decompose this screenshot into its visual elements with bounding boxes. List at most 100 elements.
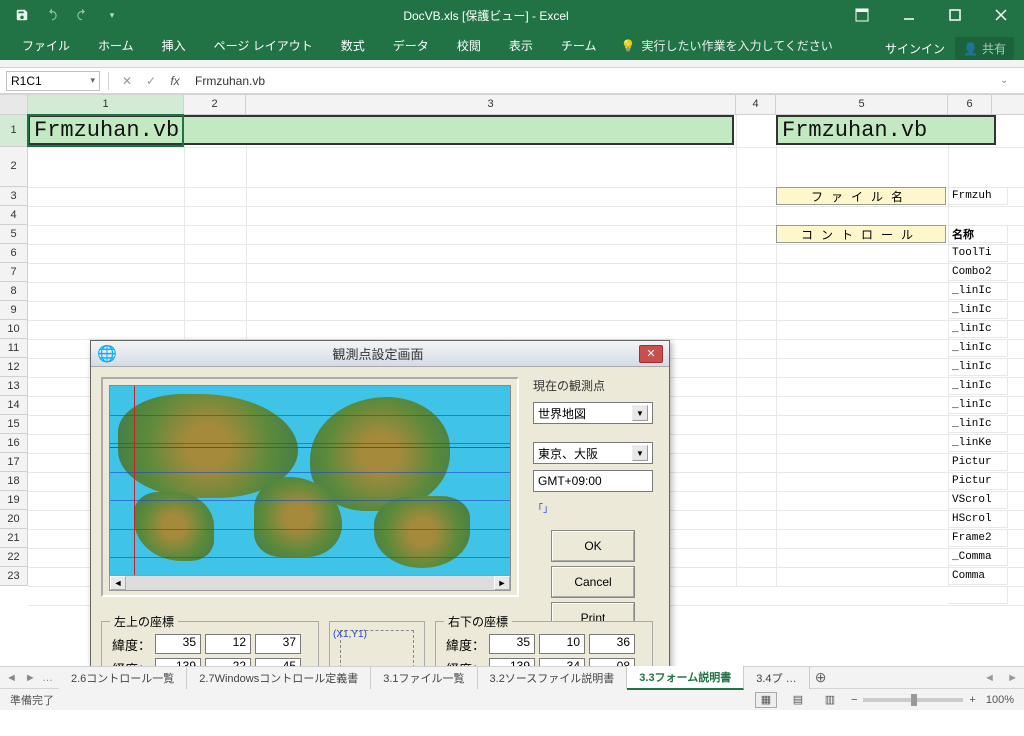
cell[interactable]: _Comma — [948, 548, 1008, 566]
cell[interactable]: _linIc — [948, 358, 1008, 376]
row-header[interactable]: 18 — [0, 472, 28, 491]
row-header[interactable]: 9 — [0, 301, 28, 320]
tl-lon-sec[interactable]: 45 — [255, 658, 301, 666]
cell[interactable]: Frmzuh — [948, 187, 1008, 205]
col-header[interactable]: 4 — [736, 95, 776, 114]
spreadsheet-grid[interactable]: 1 2 3 4 5 6 1 2 3 4 5 6 7 8 9 10 11 12 1… — [0, 94, 1024, 666]
row-header[interactable]: 21 — [0, 529, 28, 548]
world-map[interactable] — [109, 385, 511, 577]
row-header[interactable]: 11 — [0, 339, 28, 358]
tab-page-layout[interactable]: ページ レイアウト — [200, 31, 327, 60]
timezone-field[interactable]: GMT+09:00 — [533, 470, 653, 492]
sheet-tab[interactable]: 2.7Windowsコントロール定義書 — [187, 667, 371, 689]
tab-home[interactable]: ホーム — [84, 31, 148, 60]
share-button[interactable]: 👤 共有 — [955, 37, 1014, 60]
zoom-out-icon[interactable]: − — [851, 694, 857, 706]
cell[interactable]: _linIc — [948, 377, 1008, 395]
tab-team[interactable]: チーム — [547, 31, 611, 60]
tab-insert[interactable]: 挿入 — [148, 31, 200, 60]
row-header[interactable]: 17 — [0, 453, 28, 472]
cell[interactable]: _linIc — [948, 415, 1008, 433]
maximize-button[interactable] — [932, 0, 978, 30]
row-header[interactable]: 5 — [0, 225, 28, 244]
cell[interactable]: Comma — [948, 567, 1008, 585]
row-header[interactable]: 20 — [0, 510, 28, 529]
ok-button[interactable]: OK — [552, 531, 634, 561]
sign-in-link[interactable]: サインイン — [885, 40, 945, 57]
normal-view-icon[interactable]: ▦ — [755, 692, 777, 708]
cell[interactable]: _linKe — [948, 434, 1008, 452]
row-header[interactable]: 14 — [0, 396, 28, 415]
cell[interactable] — [948, 586, 1008, 604]
cell[interactable]: _linIc — [948, 396, 1008, 414]
tab-formulas[interactable]: 数式 — [327, 31, 379, 60]
page-layout-view-icon[interactable]: ▤ — [787, 692, 809, 708]
tl-lon-min[interactable]: 22 — [205, 658, 251, 666]
row-header[interactable]: 23 — [0, 567, 28, 586]
sheet-overflow-left[interactable]: … — [36, 672, 59, 684]
br-lon-deg[interactable]: 139 — [489, 658, 535, 666]
row-header[interactable]: 4 — [0, 206, 28, 225]
control-label-cell[interactable]: コントロール — [776, 225, 946, 243]
cancel-button[interactable]: Cancel — [552, 567, 634, 597]
sheet-tab[interactable]: 2.6コントロール一覧 — [59, 667, 187, 689]
expand-formula-icon[interactable]: ⌄ — [1000, 75, 1018, 86]
redo-icon[interactable] — [68, 3, 96, 27]
sheet-tab[interactable]: 3.1ファイル一覧 — [371, 667, 477, 689]
enter-formula-icon[interactable]: ✓ — [141, 74, 161, 88]
title-cell-2[interactable]: Frmzuhan.vb — [776, 115, 996, 145]
dialog-titlebar[interactable]: 🌐 観測点設定画面 ✕ — [91, 341, 669, 367]
zoom-control[interactable]: − + — [851, 694, 976, 706]
minimize-button[interactable] — [886, 0, 932, 30]
formula-input[interactable]: Frmzuhan.vb — [189, 74, 996, 88]
map-type-combo[interactable]: 世界地図 ▼ — [533, 402, 653, 424]
cell[interactable]: 名称 — [948, 225, 1008, 243]
col-header[interactable]: 1 — [28, 95, 184, 114]
scroll-left-icon[interactable]: ◄ — [110, 576, 126, 590]
undo-icon[interactable] — [38, 3, 66, 27]
tell-me-search[interactable]: 💡 実行したい作業を入力してください — [610, 31, 885, 60]
cell[interactable]: HScrol — [948, 510, 1008, 528]
ribbon-display-icon[interactable] — [846, 0, 878, 30]
tab-file[interactable]: ファイル — [8, 31, 84, 60]
row-header[interactable]: 19 — [0, 491, 28, 510]
br-lat-sec[interactable]: 36 — [589, 634, 635, 654]
name-box[interactable]: R1C1 ▾ — [6, 71, 100, 91]
zoom-in-icon[interactable]: + — [969, 694, 975, 706]
cell[interactable]: Frame2 — [948, 529, 1008, 547]
row-header[interactable]: 13 — [0, 377, 28, 396]
sheet-nav-next-icon[interactable]: ► — [25, 672, 36, 684]
br-lon-min[interactable]: 34 — [539, 658, 585, 666]
row-header[interactable]: 7 — [0, 263, 28, 282]
row-header[interactable]: 12 — [0, 358, 28, 377]
insert-function-icon[interactable]: fx — [165, 74, 185, 88]
dialog-close-button[interactable]: ✕ — [639, 345, 663, 363]
add-sheet-button[interactable]: ⊕ — [810, 669, 832, 686]
row-header[interactable]: 8 — [0, 282, 28, 301]
cell[interactable]: ToolTi — [948, 244, 1008, 262]
cell[interactable]: Combo2 — [948, 263, 1008, 281]
row-header[interactable]: 15 — [0, 415, 28, 434]
hscroll-left-icon[interactable]: ◄ — [984, 672, 995, 684]
close-button[interactable] — [978, 0, 1024, 30]
sheet-tab[interactable]: 3.4プ … — [744, 667, 809, 689]
cell[interactable]: _linIc — [948, 282, 1008, 300]
row-header[interactable]: 6 — [0, 244, 28, 263]
sheet-tab-active[interactable]: 3.3フォーム説明書 — [627, 666, 744, 690]
cell[interactable]: Pictur — [948, 453, 1008, 471]
col-header[interactable]: 2 — [184, 95, 246, 114]
file-label-cell[interactable]: ファイル名 — [776, 187, 946, 205]
tab-view[interactable]: 表示 — [495, 31, 547, 60]
zoom-level[interactable]: 100% — [986, 694, 1014, 706]
tab-review[interactable]: 校閲 — [443, 31, 495, 60]
row-header[interactable]: 1 — [0, 115, 28, 147]
sheet-tab[interactable]: 3.2ソースファイル説明書 — [478, 667, 628, 689]
row-header[interactable]: 3 — [0, 187, 28, 206]
page-break-view-icon[interactable]: ▥ — [819, 692, 841, 708]
select-all-corner[interactable] — [0, 95, 28, 114]
cell[interactable]: VScrol — [948, 491, 1008, 509]
zoom-slider[interactable] — [863, 698, 963, 702]
col-header[interactable]: 5 — [776, 95, 948, 114]
col-header[interactable]: 6 — [948, 95, 992, 114]
row-header[interactable]: 16 — [0, 434, 28, 453]
